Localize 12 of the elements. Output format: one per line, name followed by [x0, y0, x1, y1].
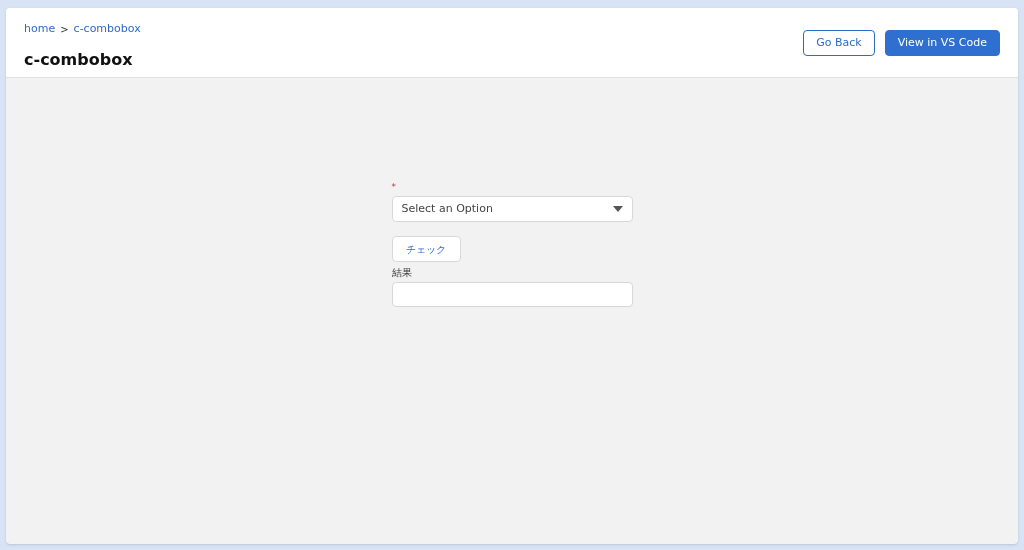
required-mark: *	[391, 182, 396, 192]
go-back-button[interactable]: Go Back	[803, 30, 875, 56]
check-button[interactable]: チェック	[391, 236, 461, 262]
caret-icon	[612, 206, 623, 212]
breadcrumb-separator: >	[60, 22, 69, 37]
breadcrumb-link[interactable]: home	[24, 21, 56, 38]
view-in-vs-code-button[interactable]: View in VS Code	[884, 30, 1000, 56]
result-label: 結果	[391, 266, 412, 280]
page-title: c-combobox	[24, 48, 134, 71]
combobox[interactable]: Select an Option	[391, 196, 633, 222]
breadcrumb-link[interactable]: c-combobox	[73, 21, 141, 38]
result-field[interactable]	[391, 282, 633, 307]
